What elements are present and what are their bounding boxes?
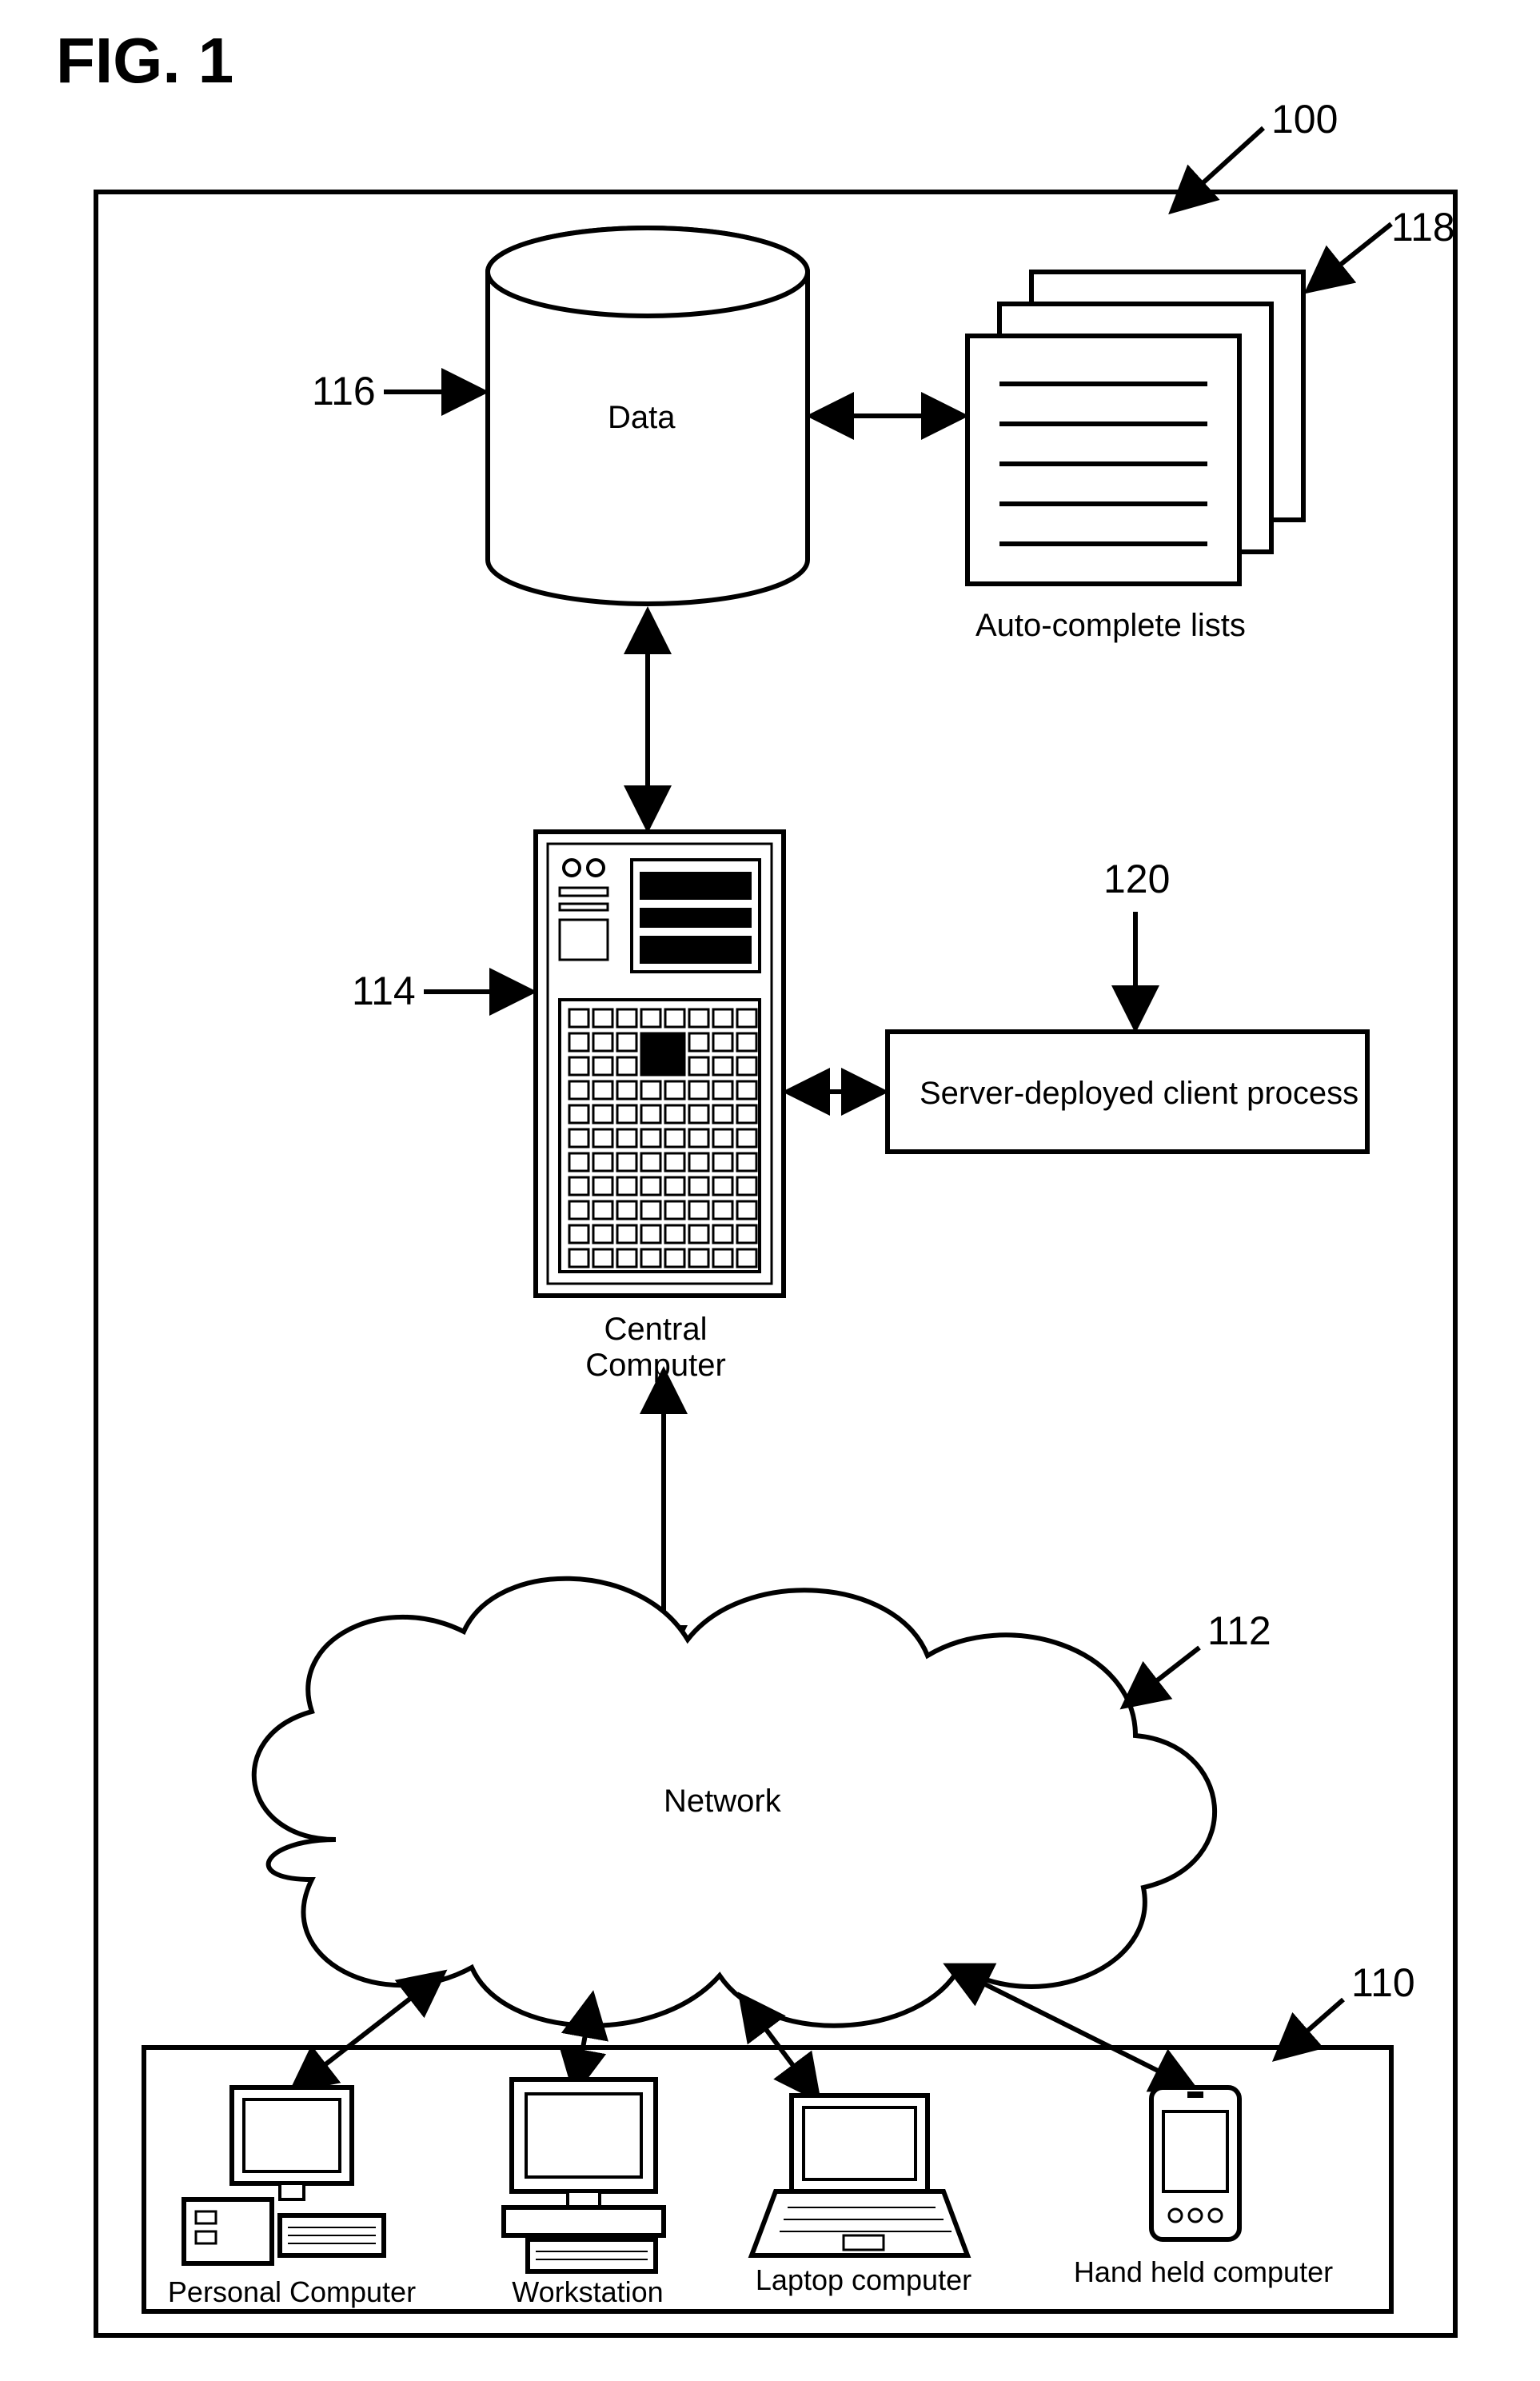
central-computer-label-2: Computer <box>576 1348 736 1384</box>
ref-114: 114 <box>352 968 416 1014</box>
central-computer-icon <box>536 832 784 1296</box>
ref-112: 112 <box>1207 1608 1271 1654</box>
workstation-label: Workstation <box>480 2275 696 2309</box>
figure-title: FIG. 1 <box>56 24 233 98</box>
data-label: Data <box>608 400 676 436</box>
ref-116: 116 <box>312 368 376 414</box>
diagram-svg <box>0 0 1540 2381</box>
network-label: Network <box>664 1784 781 1820</box>
ref-118: 118 <box>1391 204 1455 250</box>
handheld-icon <box>1151 2087 1239 2239</box>
central-computer-label-1: Central <box>576 1312 736 1348</box>
ref-110: 110 <box>1351 1960 1415 2006</box>
workstation-icon <box>504 2079 664 2271</box>
autocomplete-label: Auto-complete lists <box>975 608 1246 644</box>
ref-100: 100 <box>1271 96 1338 142</box>
handheld-label: Hand held computer <box>1063 2255 1343 2289</box>
figure-page: FIG. 1 <box>0 0 1540 2381</box>
laptop-label: Laptop computer <box>744 2263 983 2297</box>
documents-icon <box>967 272 1303 584</box>
ref-120: 120 <box>1103 856 1170 902</box>
personal-computer-label: Personal Computer <box>160 2275 424 2309</box>
server-process-label: Server-deployed client process <box>920 1076 1358 1112</box>
